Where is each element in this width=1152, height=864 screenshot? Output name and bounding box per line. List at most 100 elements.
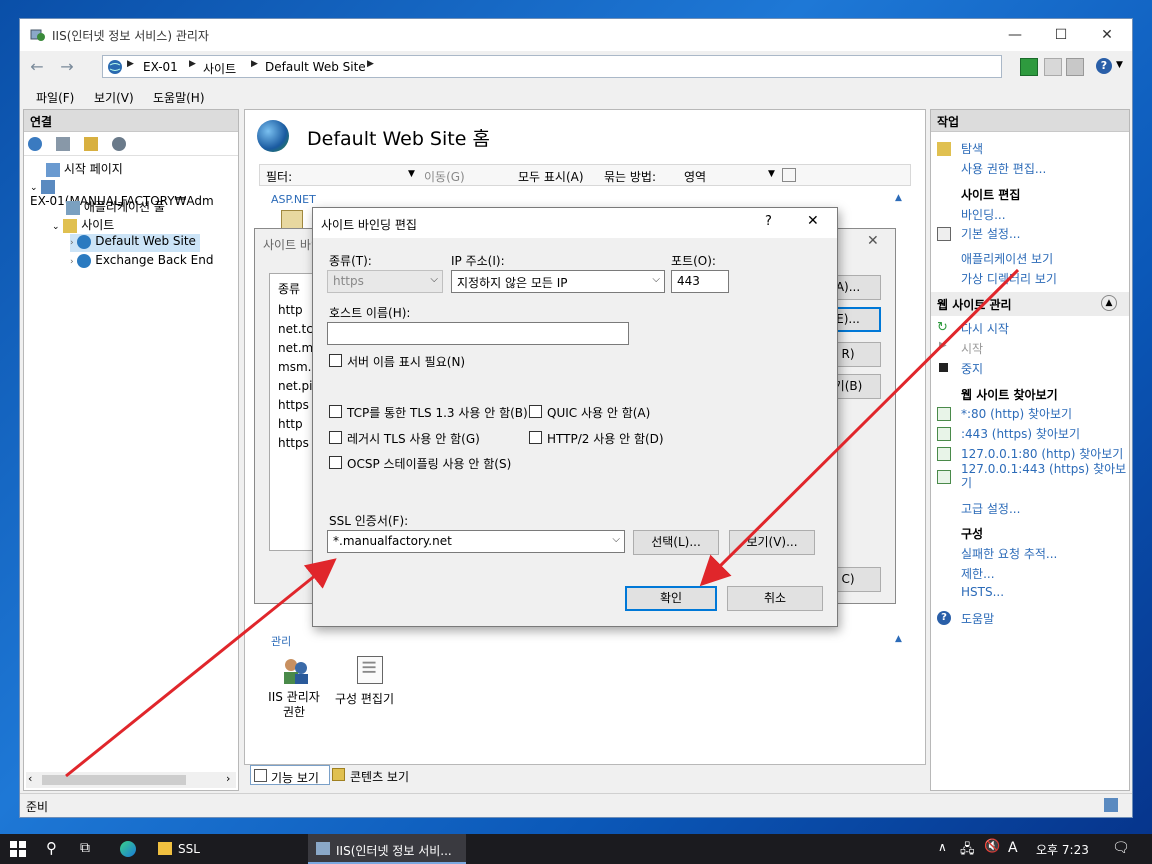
iis-manager-permissions-icon[interactable] — [281, 656, 311, 686]
network-icon[interactable]: 🖧 — [960, 840, 975, 862]
taskbar-iis-app[interactable]: IIS(인터넷 정보 서비... — [308, 834, 466, 864]
forward-arrow-icon[interactable]: → — [56, 57, 78, 79]
scroll-left-icon[interactable]: ‹ — [28, 772, 32, 785]
connect-globe-icon[interactable] — [28, 137, 42, 151]
ocsp-checkbox[interactable] — [329, 456, 342, 469]
search-icon[interactable]: ⚲ — [46, 839, 57, 857]
action-bindings[interactable]: 바인딩... — [961, 206, 1006, 223]
help-dropdown-icon[interactable]: ▼ — [1116, 60, 1123, 70]
view-cert-button[interactable]: 보기(V)... — [729, 530, 815, 555]
port-input[interactable]: 443 — [671, 270, 729, 293]
edge-icon[interactable] — [120, 841, 136, 857]
notification-icon[interactable]: 🗨 — [1112, 840, 1130, 856]
action-advanced-settings[interactable]: 고급 설정... — [961, 500, 1020, 517]
ssl-cert-select[interactable]: *.manualfactory.net ⌵ — [327, 530, 625, 553]
show-all-button[interactable]: 모두 표시(A) — [518, 168, 584, 185]
group-dropdown-icon[interactable]: ▼ — [768, 169, 775, 179]
menu-help[interactable]: 도움말(H) — [153, 89, 205, 106]
minimize-button[interactable]: — — [992, 19, 1038, 51]
ok-button[interactable]: 확인 — [625, 586, 717, 611]
scrollbar-thumb[interactable] — [42, 775, 186, 785]
action-browse-443[interactable]: :443 (https) 찾아보기 — [961, 425, 1080, 442]
ip-address-select[interactable]: 지정하지 않은 모든 IP ⌵ — [451, 270, 665, 293]
horizontal-scrollbar[interactable]: ‹ › — [26, 772, 236, 788]
dialog-close-button[interactable]: ✕ — [807, 213, 819, 229]
group-by-select[interactable]: 영역 — [684, 168, 706, 185]
action-edit-permissions[interactable]: 사용 권한 편집... — [961, 160, 1046, 177]
tray-chevron-up-icon[interactable]: ∧ — [938, 840, 947, 854]
action-start[interactable]: 시작 — [961, 340, 983, 357]
task-view-icon[interactable]: ⧉ — [80, 840, 90, 856]
crumb-sites[interactable]: 사이트 — [203, 60, 236, 77]
address-bar[interactable]: ▶ EX-01 ▶ 사이트 ▶ Default Web Site ▶ — [102, 55, 1002, 78]
expand-chevron-icon[interactable]: ⌄ — [30, 183, 38, 193]
collapse-section-icon[interactable]: ▲ — [895, 193, 902, 203]
save-icon[interactable] — [56, 137, 70, 151]
action-help[interactable]: 도움말 — [961, 610, 994, 627]
bindings-list[interactable]: 종류 http net.tcp net.m... msm... net.pi..… — [269, 273, 325, 551]
type-select[interactable]: https ⌵ — [327, 270, 443, 293]
collapse-manage-site-icon[interactable]: ▲ — [1101, 295, 1117, 311]
tree-start-page[interactable]: 시작 페이지 — [46, 160, 123, 177]
filter-dropdown-icon[interactable]: ▼ — [408, 169, 415, 179]
binding-row[interactable]: https — [278, 436, 309, 450]
binding-row[interactable]: https — [278, 398, 309, 412]
action-stop[interactable]: 중지 — [961, 360, 983, 377]
volume-muted-icon[interactable]: 🔇 — [984, 839, 1000, 854]
collapse-chevron-icon[interactable]: › — [70, 238, 74, 248]
windows-start-icon[interactable] — [10, 841, 26, 857]
help-icon[interactable]: ? — [1096, 58, 1112, 74]
connect-icon[interactable] — [1020, 58, 1038, 76]
clock[interactable]: 오후 7:23 — [1036, 841, 1089, 858]
expand-chevron-icon[interactable]: ⌄ — [52, 222, 60, 232]
collapse-chevron-icon[interactable]: › — [70, 257, 74, 267]
binding-row[interactable]: http — [278, 303, 303, 317]
action-browse-local-80[interactable]: 127.0.0.1:80 (http) 찾아보기 — [961, 445, 1123, 462]
select-cert-button[interactable]: 선택(L)... — [633, 530, 719, 555]
config-editor-label[interactable]: 구성 편집기 — [335, 690, 394, 707]
menu-view[interactable]: 보기(V) — [94, 89, 134, 106]
disconnect-globe-icon[interactable] — [112, 137, 126, 151]
tls13-checkbox[interactable] — [329, 405, 342, 418]
crumb-server[interactable]: EX-01 — [143, 60, 178, 74]
cancel-button[interactable]: 취소 — [727, 586, 823, 611]
up-folder-icon[interactable] — [84, 137, 98, 151]
scroll-right-icon[interactable]: › — [226, 772, 230, 785]
action-basic-settings[interactable]: 기본 설정... — [961, 225, 1020, 242]
tree-default-site[interactable]: › Default Web Site — [70, 234, 200, 252]
iis-manager-permissions-label[interactable]: IIS 관리자 권한 — [263, 690, 325, 720]
menu-file[interactable]: 파일(F) — [36, 89, 74, 106]
http2-checkbox[interactable] — [529, 431, 542, 444]
quic-checkbox[interactable] — [529, 405, 542, 418]
go-button[interactable]: 이동(G) — [424, 168, 465, 185]
taskbar-ssl-folder[interactable]: SSL — [152, 834, 302, 864]
sni-checkbox[interactable] — [329, 354, 342, 367]
tab-features-view[interactable]: 기능 보기 — [250, 765, 330, 785]
host-name-input[interactable] — [327, 322, 629, 345]
dialog-help-button[interactable]: ? — [765, 214, 772, 229]
tab-content-view[interactable]: 콘텐츠 보기 — [332, 765, 424, 785]
maximize-button[interactable]: ☐ — [1038, 19, 1084, 51]
action-failed-request-tracing[interactable]: 실패한 요청 추적... — [961, 545, 1057, 562]
action-explore[interactable]: 탐색 — [961, 140, 983, 157]
binding-row[interactable]: http — [278, 417, 303, 431]
legacy-tls-checkbox[interactable] — [329, 431, 342, 444]
collapse-manage-icon[interactable]: ▲ — [895, 634, 902, 644]
action-browse-80[interactable]: *:80 (http) 찾아보기 — [961, 405, 1072, 422]
action-view-virtual-dirs[interactable]: 가상 디렉터리 보기 — [961, 270, 1057, 287]
site-bindings-close-icon[interactable]: ✕ — [867, 233, 879, 249]
action-limits[interactable]: 제한... — [961, 565, 995, 582]
close-button[interactable]: ✕ — [1084, 19, 1130, 51]
action-browse-local-443[interactable]: 127.0.0.1:443 (https) 찾아보 기 — [961, 462, 1126, 490]
home-icon[interactable] — [1066, 58, 1084, 76]
back-arrow-icon[interactable]: ← — [26, 57, 48, 79]
action-restart[interactable]: 다시 시작 — [961, 320, 1009, 337]
disconnect-icon[interactable] — [1044, 58, 1062, 76]
ime-indicator[interactable]: A — [1008, 840, 1018, 856]
tree-sites[interactable]: ⌄ 사이트 — [52, 216, 114, 233]
tree-app-pools[interactable]: 애플리케이션 풀 — [66, 198, 165, 215]
config-editor-icon[interactable] — [357, 656, 383, 684]
action-hsts[interactable]: HSTS... — [961, 585, 1004, 599]
view-mode-icon[interactable] — [782, 168, 796, 182]
crumb-default-site[interactable]: Default Web Site — [265, 60, 366, 74]
